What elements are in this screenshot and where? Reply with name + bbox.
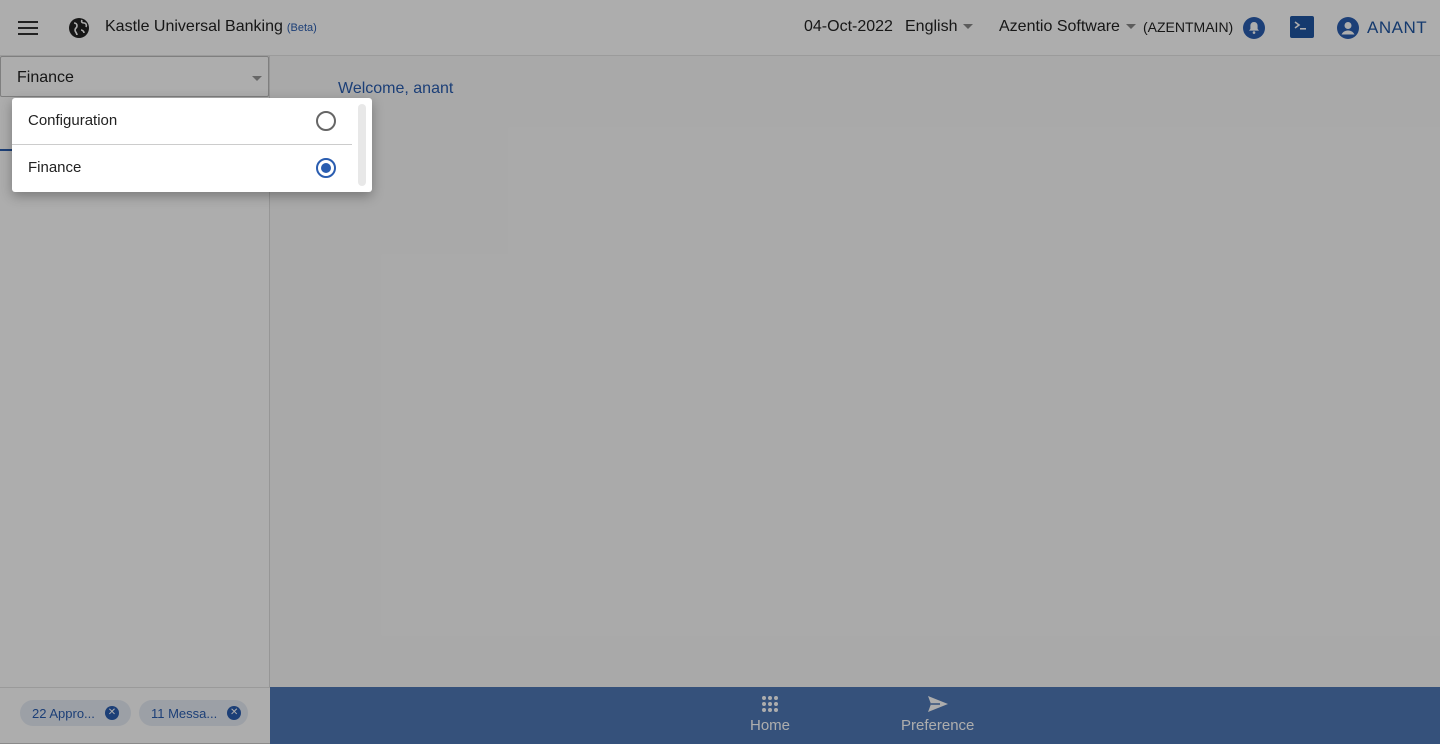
radio-selected-icon[interactable] (316, 158, 336, 178)
option-label: Finance (28, 159, 82, 176)
option-configuration[interactable]: Configuration (12, 98, 352, 144)
option-finance[interactable]: Finance (12, 145, 352, 191)
option-label: Configuration (28, 112, 118, 129)
module-dropdown: Configuration Finance (12, 98, 372, 192)
scrollbar[interactable] (358, 104, 366, 186)
radio-icon[interactable] (316, 111, 336, 131)
